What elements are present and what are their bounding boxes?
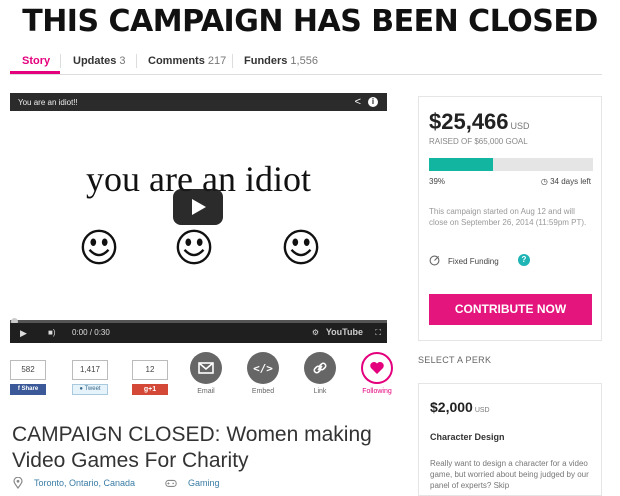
funding-progress-fill	[429, 158, 493, 171]
funded-percent: 39%	[429, 177, 446, 186]
twitter-tweet-widget: 1,417 ● Tweet	[72, 360, 108, 395]
video-time: 0:00 / 0:30	[72, 328, 110, 337]
youtube-logo[interactable]: YouTube	[326, 327, 363, 337]
raised-amount-value: $25,466	[429, 109, 509, 134]
tab-label: Comments	[148, 55, 205, 67]
days-left-text: 34 days left	[550, 177, 591, 186]
raised-amount: $25,466 USD	[429, 109, 530, 135]
select-perk-heading: SELECT A PERK	[418, 355, 492, 365]
days-left: ◷ 34 days left	[541, 177, 591, 186]
perk-amount-value: $2,000	[430, 399, 473, 415]
tab-label: Updates	[73, 55, 117, 67]
facebook-share-label: Share	[21, 386, 39, 392]
campaign-location-link[interactable]: Toronto, Ontario, Canada	[34, 478, 135, 488]
link-label: Link	[313, 388, 327, 395]
tweet-count: 1,417	[72, 360, 108, 380]
question-mark-icon[interactable]: ?	[518, 254, 530, 266]
perk-card[interactable]: $2,000 USD Character Design Really want t…	[418, 383, 602, 496]
tab-count: 3	[119, 55, 126, 67]
tab-divider	[232, 54, 233, 68]
campaign-title: CAMPAIGN CLOSED: Women making Video Game…	[12, 423, 372, 472]
facebook-share-button[interactable]: f Share	[10, 384, 46, 395]
smiley-face-icon	[176, 229, 212, 265]
share-icon[interactable]: <	[355, 96, 361, 108]
following-label: Following	[362, 388, 392, 395]
campaign-tabs: Story Updates 3 Comments 217 Funders 1,556	[10, 47, 602, 75]
google-plus-widget: 12 g+1	[132, 360, 168, 395]
active-tab-indicator	[10, 71, 60, 74]
embed-button[interactable]: </>	[247, 352, 279, 384]
video-controls: ▶ ■) 0:00 / 0:30 ⚙ YouTube ⛶	[10, 323, 387, 343]
link-button[interactable]	[304, 352, 336, 384]
email-button[interactable]	[190, 352, 222, 384]
heart-icon	[370, 362, 384, 374]
email-label: Email	[197, 388, 215, 395]
fullscreen-icon[interactable]: ⛶	[375, 328, 381, 338]
smiley-face-icon	[283, 229, 319, 265]
location-pin-icon	[13, 477, 23, 489]
volume-icon[interactable]: ■)	[48, 328, 56, 337]
code-brackets-icon: </>	[253, 361, 273, 375]
link-action[interactable]: Link	[297, 352, 343, 395]
tab-funders[interactable]: Funders 1,556	[244, 55, 318, 67]
perk-title: Character Design	[430, 432, 505, 442]
funding-type: Fixed Funding	[429, 255, 499, 266]
play-icon[interactable]: ▶	[20, 328, 27, 339]
campaign-closed-banner: THIS CAMPAIGN HAS BEEN CLOSED	[22, 4, 598, 39]
embed-action[interactable]: </> Embed	[240, 352, 286, 395]
settings-icon[interactable]: ⚙	[312, 328, 319, 337]
tab-updates[interactable]: Updates 3	[73, 55, 126, 67]
facebook-share-widget: 582 f Share	[10, 360, 46, 395]
email-share-action[interactable]: Email	[183, 352, 229, 395]
follow-button[interactable]	[361, 352, 393, 384]
currency-label: USD	[510, 121, 530, 131]
tab-story[interactable]: Story	[22, 55, 50, 67]
google-plus-count: 12	[132, 360, 168, 380]
facebook-share-count: 582	[10, 360, 46, 380]
google-plus-button[interactable]: g+1	[132, 384, 168, 395]
funding-type-label: Fixed Funding	[448, 257, 499, 266]
google-plus-label: +1	[148, 386, 157, 393]
smiley-face-icon	[81, 229, 117, 265]
tab-divider	[60, 54, 61, 68]
clock-icon: ◷	[540, 177, 551, 186]
tab-divider	[136, 54, 137, 68]
follow-action[interactable]: Following	[354, 352, 400, 395]
info-icon[interactable]: i	[368, 97, 378, 107]
campaign-category-link[interactable]: Gaming	[188, 478, 220, 488]
tweet-button[interactable]: ● Tweet	[72, 384, 108, 395]
gamepad-icon	[165, 479, 177, 487]
campaign-dates-note: This campaign started on Aug 12 and will…	[429, 207, 587, 227]
contribute-now-button[interactable]: CONTRIBUTE NOW	[429, 294, 592, 325]
chain-link-icon	[313, 362, 327, 374]
tab-label: Story	[22, 55, 51, 67]
funding-summary-card: $25,466 USD RAISED OF $65,000 GOAL 39% ◷ …	[418, 96, 602, 341]
video-title[interactable]: You are an idiot!!	[18, 98, 78, 107]
envelope-icon	[198, 362, 214, 374]
funding-goal: RAISED OF $65,000 GOAL	[429, 137, 528, 146]
target-icon	[429, 255, 440, 266]
play-button[interactable]	[173, 189, 223, 225]
perk-currency: USD	[474, 407, 490, 414]
video-title-bar: You are an idiot!! < i	[10, 93, 387, 111]
perk-amount: $2,000 USD	[430, 399, 490, 415]
tweet-label: Tweet	[84, 386, 101, 392]
video-player[interactable]: You are an idiot!! < i you are an idiot …	[10, 93, 387, 343]
embed-label: Embed	[251, 388, 275, 395]
tab-count: 217	[207, 55, 227, 67]
tab-count: 1,556	[290, 55, 318, 67]
funding-progress-bar	[429, 158, 593, 171]
tab-label: Funders	[244, 55, 288, 67]
perk-description: Really want to design a character for a …	[430, 459, 589, 490]
tab-comments[interactable]: Comments 217	[148, 55, 226, 67]
